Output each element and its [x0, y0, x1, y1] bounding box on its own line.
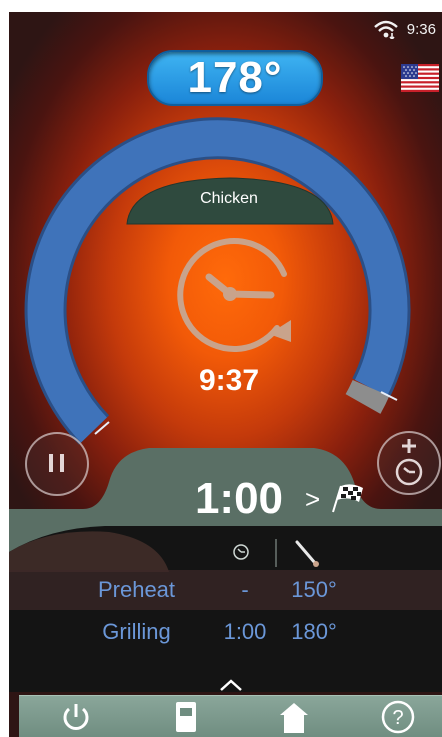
oven-screen: 9:36 178° Chicken 9:37 1:00 > Preheat - … [9, 12, 442, 737]
step-temp: 180° [291, 619, 337, 644]
add-timer-button[interactable] [377, 431, 441, 495]
power-icon[interactable] [59, 700, 93, 734]
svg-text:?: ? [392, 707, 403, 729]
step-temp: 150° [291, 577, 337, 602]
chevron-up-icon[interactable] [217, 676, 245, 694]
step-time: - [241, 577, 249, 602]
clock-icon [177, 238, 291, 352]
help-icon[interactable]: ? [381, 700, 415, 734]
row-header-icons [233, 539, 319, 567]
probe-icon [295, 540, 319, 567]
finish-flag-icon[interactable] [327, 480, 367, 514]
progress-arc-remaining [345, 379, 390, 414]
program-row[interactable]: Grilling 1:00 180° [9, 612, 442, 652]
recipe-book-icon[interactable] [169, 700, 203, 734]
pause-button[interactable] [25, 432, 89, 496]
chevron-right-icon[interactable]: > [305, 484, 320, 515]
bottom-nav: ? [19, 695, 442, 737]
pause-icon [49, 454, 64, 472]
step-name: Grilling [102, 619, 171, 644]
home-icon[interactable] [277, 700, 311, 734]
timer-display[interactable]: 1:00 [184, 474, 294, 524]
device-frame: 9:36 178° Chicken 9:37 1:00 > Preheat - … [0, 0, 442, 737]
food-label[interactable]: Chicken [154, 190, 304, 208]
time-column-icon [233, 544, 249, 560]
program-row[interactable]: Preheat - 150° [9, 570, 442, 610]
add-timer-icon [395, 439, 423, 486]
remaining-time: 9:37 [198, 364, 260, 397]
step-time: 1:00 [223, 619, 267, 644]
step-name: Preheat [97, 577, 176, 602]
